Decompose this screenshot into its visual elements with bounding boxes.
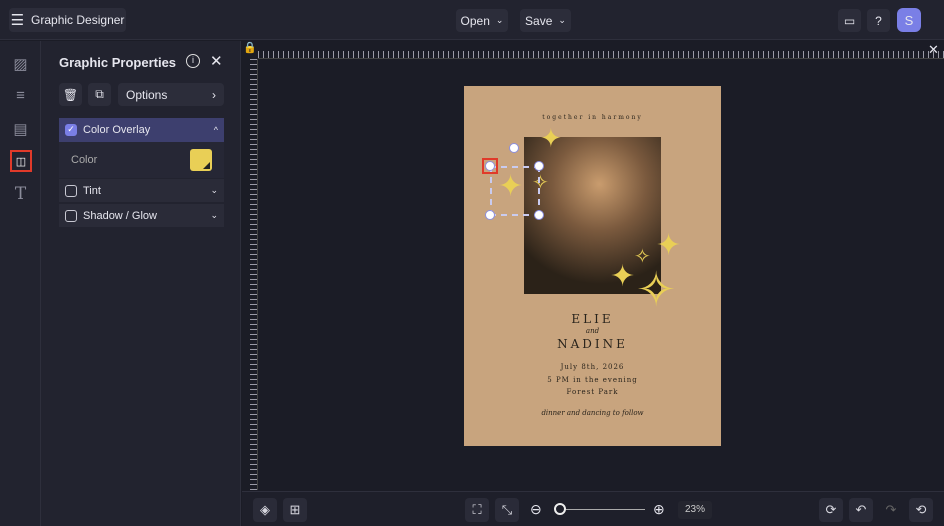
image-icon[interactable]: ▨: [10, 53, 31, 74]
open-button[interactable]: Open ⌄: [456, 9, 508, 32]
zoom-slider-track[interactable]: [560, 509, 645, 510]
zoom-value[interactable]: 23%: [678, 501, 712, 519]
feedback-button[interactable]: ▭: [838, 9, 861, 32]
rotate-handle[interactable]: [509, 143, 519, 153]
sparkle-icon: ✦: [656, 228, 682, 263]
refresh-icon: ⟳: [825, 502, 837, 517]
chevron-down-icon: ⌄: [210, 210, 218, 220]
open-label: Open: [460, 13, 490, 28]
section-label: Shadow / Glow: [83, 209, 157, 222]
help-button[interactable]: ?: [867, 9, 890, 32]
resize-handle[interactable]: [534, 210, 544, 220]
history-icon: ⟲: [915, 502, 927, 517]
undo-icon: ↶: [855, 502, 867, 517]
resize-handle[interactable]: [485, 161, 495, 171]
app-title: Graphic Designer: [31, 13, 125, 27]
checkbox-checked[interactable]: ✓: [65, 124, 77, 136]
color-row: Color: [59, 142, 224, 178]
history-button[interactable]: ⟲: [909, 498, 933, 522]
refresh-button[interactable]: ⟳: [819, 498, 843, 522]
resize-handle[interactable]: [485, 210, 495, 220]
shrink-icon: ⤡: [501, 502, 513, 517]
text-icon[interactable]: T: [10, 183, 31, 204]
layout-icon[interactable]: ▤: [10, 118, 31, 139]
save-label: Save: [525, 13, 553, 28]
duplicate-icon: ⧉: [95, 87, 104, 101]
redo-icon: ↷: [885, 502, 897, 517]
section-label: Tint: [83, 184, 101, 197]
tool-rail: ▨ ≡ ▤ ◫ T: [0, 41, 41, 526]
color-label: Color: [71, 154, 98, 166]
fit-screen-button[interactable]: ⛶: [465, 498, 489, 522]
close-icon[interactable]: ✕: [210, 52, 223, 70]
resize-handle[interactable]: [534, 161, 544, 171]
and-text: and: [585, 327, 600, 335]
avatar[interactable]: S: [897, 8, 921, 32]
delete-button[interactable]: 🗑: [59, 83, 82, 106]
chevron-down-icon: ⌄: [558, 15, 566, 25]
trash-icon: 🗑: [62, 87, 79, 102]
tagline: together in harmony: [542, 114, 643, 121]
expand-icon: ⛶: [472, 502, 482, 517]
ruler-lock-icon[interactable]: 🔒: [242, 41, 258, 59]
section-tint[interactable]: Tint ⌄: [59, 179, 224, 202]
duplicate-button[interactable]: ⧉: [88, 83, 111, 106]
sparkle-icon: ✦: [610, 259, 636, 294]
time-text: 5 PM in the evening: [547, 376, 638, 384]
panel-title: Graphic Properties: [59, 55, 177, 70]
grid-button[interactable]: ⊞: [283, 498, 307, 522]
graphics-icon[interactable]: ◫: [10, 150, 32, 172]
checkbox[interactable]: [65, 184, 77, 197]
close-ruler-icon[interactable]: ✕: [928, 42, 939, 58]
help-icon: ?: [875, 13, 882, 28]
name-1: ELIE: [571, 312, 614, 326]
properties-panel: Graphic Properties i ✕ 🗑 ⧉ Options › ✓ Co…: [41, 41, 241, 526]
shrink-button[interactable]: ⤡: [495, 498, 519, 522]
comment-icon: ▭: [843, 13, 856, 28]
chevron-down-icon: ⌄: [210, 185, 218, 195]
place-text: Forest Park: [566, 388, 619, 396]
sparkle-icon: ✦: [540, 124, 562, 154]
app-menu-button[interactable]: ☰ Graphic Designer: [9, 8, 126, 32]
options-button[interactable]: Options ›: [118, 83, 224, 106]
bottom-toolbar: ◈ ⊞ ⛶ ⤡ ⊖ ⊕ 23% ⟳ ↶ ↷ ⟲: [242, 491, 944, 526]
date-text: July 8th, 2026: [560, 363, 625, 371]
info-icon[interactable]: i: [186, 54, 200, 68]
redo-button[interactable]: ↷: [879, 498, 903, 522]
invitation-card[interactable]: together in harmony ✦ ✦ ✧ ✦ ✧ ✦ ✧ ELIE a…: [464, 86, 721, 446]
adjustments-icon[interactable]: ≡: [10, 85, 31, 106]
chevron-down-icon: ⌄: [495, 15, 504, 25]
zoom-out-icon[interactable]: ⊖: [530, 501, 542, 518]
section-label: Color Overlay: [83, 124, 151, 136]
color-swatch[interactable]: [190, 149, 212, 171]
name-2: NADINE: [557, 337, 628, 351]
chevron-right-icon: ›: [212, 87, 216, 102]
top-bar: ☰ Graphic Designer Open ⌄ Save ⌄ ▭ ? S: [0, 0, 944, 40]
zoom-slider-handle[interactable]: [554, 503, 566, 515]
footer-text: dinner and dancing to follow: [541, 409, 644, 417]
options-label: Options: [126, 87, 168, 102]
chevron-up-icon: ^: [213, 125, 218, 135]
checkbox[interactable]: [65, 209, 77, 222]
section-shadow-glow[interactable]: Shadow / Glow ⌄: [59, 204, 224, 227]
zoom-in-icon[interactable]: ⊕: [653, 501, 665, 518]
undo-button[interactable]: ↶: [849, 498, 873, 522]
left-ruler: [242, 59, 258, 490]
save-button[interactable]: Save ⌄: [520, 9, 571, 32]
sparkle-icon: ✧: [636, 262, 677, 318]
hamburger-icon: ☰: [10, 12, 25, 29]
swatch-corner-icon: [203, 162, 210, 169]
layers-icon: ◈: [260, 502, 270, 517]
section-color-overlay[interactable]: ✓ Color Overlay ^: [59, 118, 224, 142]
layers-button[interactable]: ◈: [253, 498, 277, 522]
grid-icon: ⊞: [289, 502, 301, 517]
top-ruler: [258, 41, 944, 59]
